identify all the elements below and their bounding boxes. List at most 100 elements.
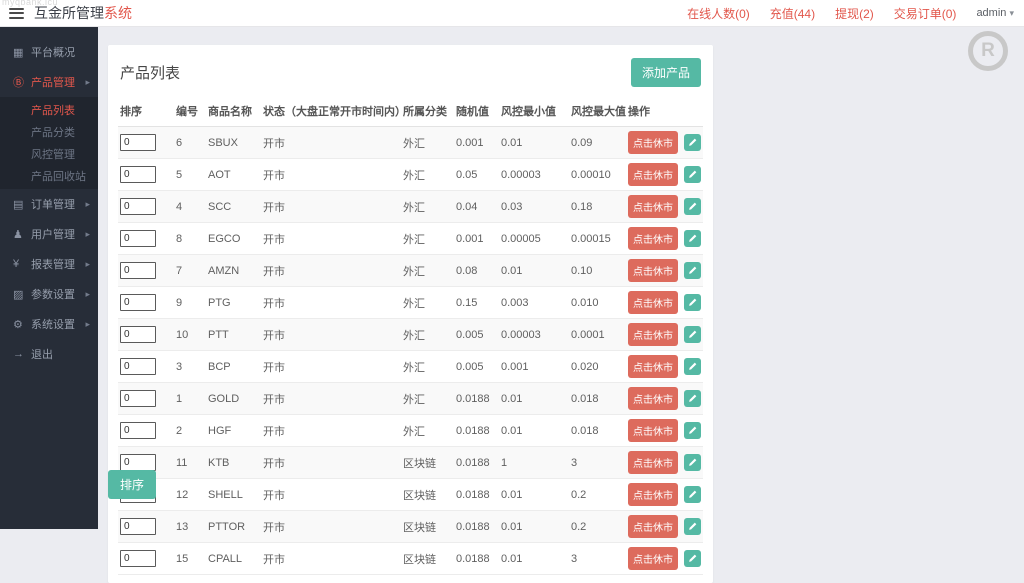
close-market-button[interactable]: 点击休市 <box>628 547 678 570</box>
sort-input[interactable] <box>120 166 156 183</box>
table-row: 1 GOLD 开市 外汇 0.0188 0.01 0.018 点击休市 <box>118 383 703 415</box>
sidebar-item-user-management[interactable]: ♟ 用户管理 ▸ <box>0 219 98 249</box>
close-market-button[interactable]: 点击休市 <box>628 355 678 378</box>
edit-button[interactable] <box>684 230 701 247</box>
col-header-status: 状态（大盘正常开市时间内） <box>261 97 401 127</box>
cell-risk-min: 0.00003 <box>499 159 569 191</box>
cell-risk-max: 0.018 <box>569 383 626 415</box>
admin-dropdown[interactable]: admin ▾ <box>976 7 1014 19</box>
cell-product-id: 8 <box>174 223 206 255</box>
sidebar-item-product-list[interactable]: 产品列表 <box>0 99 98 121</box>
cell-risk-max: 3 <box>569 447 626 479</box>
sort-submit-button[interactable]: 排序 <box>108 470 156 499</box>
close-market-button[interactable]: 点击休市 <box>628 163 678 186</box>
recharge-link[interactable]: 充值(44) <box>770 5 815 22</box>
menu-toggle-icon[interactable] <box>9 8 24 19</box>
close-market-button[interactable]: 点击休市 <box>628 291 678 314</box>
sort-input[interactable] <box>120 390 156 407</box>
sort-input[interactable] <box>120 550 156 567</box>
sort-input[interactable] <box>120 422 156 439</box>
sort-input[interactable] <box>120 230 156 247</box>
edit-button[interactable] <box>684 486 701 503</box>
sidebar-item-product-category[interactable]: 产品分类 <box>0 121 98 143</box>
cell-product-id: 10 <box>174 319 206 351</box>
cell-risk-min: 1 <box>499 447 569 479</box>
edit-button[interactable] <box>684 294 701 311</box>
edit-button[interactable] <box>684 454 701 471</box>
sidebar-item-parameter-settings[interactable]: ▨ 参数设置 ▸ <box>0 279 98 309</box>
edit-button[interactable] <box>684 358 701 375</box>
cell-random-value: 0.04 <box>454 191 499 223</box>
cell-risk-min: 0.00003 <box>499 319 569 351</box>
cell-product-name: AMZN <box>206 255 261 287</box>
sidebar-item-system-settings[interactable]: ⚙ 系统设置 ▸ <box>0 309 98 339</box>
close-market-button[interactable]: 点击休市 <box>628 387 678 410</box>
brand-r-logo: R <box>968 31 1008 71</box>
close-market-button[interactable]: 点击休市 <box>628 227 678 250</box>
sort-input[interactable] <box>120 262 156 279</box>
sort-input[interactable] <box>120 358 156 375</box>
sidebar-item-order-management[interactable]: ▤ 订单管理 ▸ <box>0 189 98 219</box>
table-row: 11 KTB 开市 区块链 0.0188 1 3 点击休市 <box>118 447 703 479</box>
pencil-icon <box>688 554 697 563</box>
close-market-button[interactable]: 点击休市 <box>628 131 678 154</box>
cell-category: 区块链 <box>401 447 454 479</box>
edit-button[interactable] <box>684 198 701 215</box>
cell-status: 开市 <box>261 351 401 383</box>
edit-button[interactable] <box>684 326 701 343</box>
cell-product-id: 4 <box>174 191 206 223</box>
cell-product-id: 12 <box>174 479 206 511</box>
sidebar-item-product-recycle-bin[interactable]: 产品回收站 <box>0 165 98 187</box>
edit-button[interactable] <box>684 390 701 407</box>
sidebar-item-logout[interactable]: → 退出 <box>0 339 98 369</box>
pencil-icon <box>688 266 697 275</box>
product-icon: Ⓑ <box>13 74 27 90</box>
close-market-button[interactable]: 点击休市 <box>628 195 678 218</box>
sort-input[interactable] <box>120 326 156 343</box>
cell-category: 外汇 <box>401 127 454 159</box>
table-row: 6 SBUX 开市 外汇 0.001 0.01 0.09 点击休市 <box>118 127 703 159</box>
sidebar-item-overview[interactable]: ▦ 平台概况 <box>0 37 98 67</box>
sort-input[interactable] <box>120 294 156 311</box>
chevron-right-icon: ▸ <box>85 289 90 300</box>
edit-button[interactable] <box>684 134 701 151</box>
cell-random-value: 0.0188 <box>454 383 499 415</box>
table-row: 3 BCP 开市 外汇 0.005 0.001 0.020 点击休市 <box>118 351 703 383</box>
pencil-icon <box>688 170 697 179</box>
sidebar-item-product-management[interactable]: Ⓑ 产品管理 ▸ <box>0 67 98 97</box>
close-market-button[interactable]: 点击休市 <box>628 259 678 282</box>
sidebar-item-risk-management[interactable]: 风控管理 <box>0 143 98 165</box>
cell-risk-max: 0.018 <box>569 415 626 447</box>
sort-input[interactable] <box>120 198 156 215</box>
add-product-button[interactable]: 添加产品 <box>631 58 701 87</box>
cell-risk-min: 0.001 <box>499 351 569 383</box>
trade-orders-link[interactable]: 交易订单(0) <box>894 5 957 22</box>
edit-button[interactable] <box>684 262 701 279</box>
edit-button[interactable] <box>684 422 701 439</box>
table-row: 10 PTT 开市 外汇 0.005 0.00003 0.0001 点击休市 <box>118 319 703 351</box>
sort-input[interactable] <box>120 518 156 535</box>
cell-product-id: 1 <box>174 383 206 415</box>
sort-input[interactable] <box>120 454 156 471</box>
close-market-button[interactable]: 点击休市 <box>628 419 678 442</box>
user-icon: ♟ <box>13 228 27 241</box>
cell-status: 开市 <box>261 383 401 415</box>
cell-status: 开市 <box>261 255 401 287</box>
cell-risk-max: 0.00015 <box>569 223 626 255</box>
main-content: R 产品列表 添加产品 排序 编号 商品名称 状态（大盘正常开市时间内） 所属分… <box>98 27 1024 529</box>
cell-product-id: 7 <box>174 255 206 287</box>
table-row: 15 CPALL 开市 区块链 0.0188 0.01 3 点击休市 <box>118 543 703 575</box>
edit-button[interactable] <box>684 550 701 567</box>
close-market-button[interactable]: 点击休市 <box>628 515 678 538</box>
close-market-button[interactable]: 点击休市 <box>628 323 678 346</box>
edit-button[interactable] <box>684 166 701 183</box>
withdraw-link[interactable]: 提现(2) <box>835 5 874 22</box>
close-market-button[interactable]: 点击休市 <box>628 483 678 506</box>
sort-input[interactable] <box>120 134 156 151</box>
online-users-link[interactable]: 在线人数(0) <box>687 5 750 22</box>
col-header-actions: 操作 <box>626 97 703 127</box>
sidebar-item-report-management[interactable]: ¥ 报表管理 ▸ <box>0 249 98 279</box>
close-market-button[interactable]: 点击休市 <box>628 451 678 474</box>
edit-button[interactable] <box>684 518 701 535</box>
chevron-right-icon: ▸ <box>85 319 90 330</box>
